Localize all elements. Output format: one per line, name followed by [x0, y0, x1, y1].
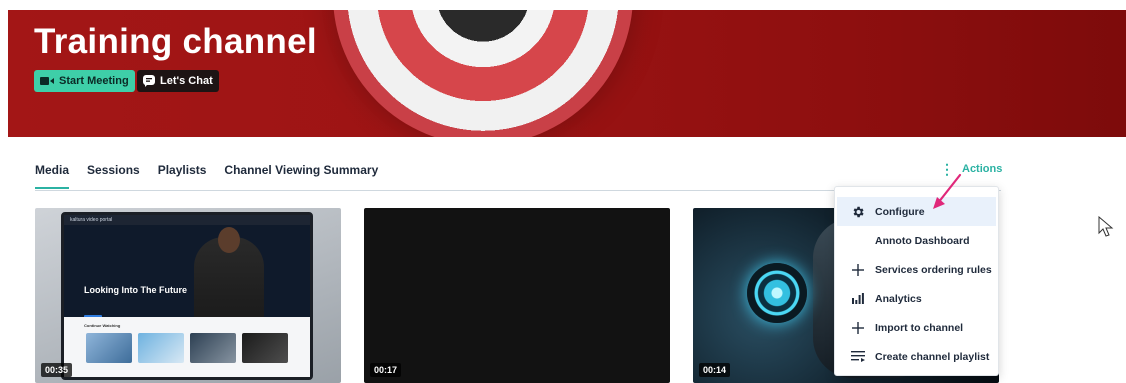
mini-thumbnail	[138, 333, 184, 363]
menu-item-annoto-dashboard[interactable]: Annoto Dashboard	[837, 226, 996, 255]
mini-thumbnail	[242, 333, 288, 363]
menu-item-import-to-channel[interactable]: Import to channel	[837, 313, 996, 342]
menu-item-analytics[interactable]: Analytics	[837, 284, 996, 313]
start-meeting-button[interactable]: Start Meeting	[34, 70, 135, 92]
actions-label: Actions	[962, 163, 1003, 175]
tab-playlists[interactable]: Playlists	[158, 163, 207, 189]
banner-target-image	[333, 10, 633, 137]
channel-banner: Training channel Start Meeting Let's Cha…	[8, 10, 1126, 137]
presenter-image	[194, 227, 264, 325]
media-thumbnail[interactable]: kaltura video portal Looking Into The Fu…	[35, 208, 341, 383]
annotation-arrow-icon	[933, 173, 962, 209]
playlist-add-icon	[850, 349, 866, 365]
menu-item-create-channel-playlist[interactable]: Create channel playlist	[837, 342, 996, 371]
plus-icon	[850, 262, 866, 278]
channel-tabs: Media Sessions Playlists Channel Viewing…	[35, 163, 378, 189]
menu-item-label: Services ordering rules	[875, 263, 992, 276]
menu-item-configure[interactable]: Configure	[837, 197, 996, 226]
media-thumbnail[interactable]: 00:17	[364, 208, 670, 383]
video-camera-icon	[40, 77, 54, 85]
robot-eye-image	[747, 263, 807, 323]
lets-chat-label: Let's Chat	[160, 75, 213, 87]
duration-badge: 00:35	[41, 363, 73, 377]
thumbnail-app-name: kaltura video portal	[64, 215, 310, 225]
duration-badge: 00:17	[370, 363, 402, 377]
bar-chart-icon	[850, 291, 866, 307]
gear-icon	[850, 204, 866, 220]
tab-media[interactable]: Media	[35, 163, 70, 189]
continue-watching-strip: Continue Watching	[64, 317, 310, 377]
duration-badge: 00:14	[699, 363, 731, 377]
continue-watching-label: Continue Watching	[84, 323, 121, 328]
menu-item-label: Analytics	[875, 292, 922, 305]
channel-title: Training channel	[34, 22, 317, 61]
lets-chat-button[interactable]: Let's Chat	[137, 70, 219, 92]
mouse-cursor-icon	[1098, 216, 1114, 237]
thumbnail-screen-title: Looking Into The Future	[84, 285, 187, 295]
chat-bubble-icon	[143, 75, 155, 87]
menu-item-label: Annoto Dashboard	[875, 234, 970, 247]
tab-sessions[interactable]: Sessions	[87, 163, 140, 189]
mini-thumbnail	[190, 333, 236, 363]
menu-item-label: Configure	[875, 205, 925, 218]
plus-icon	[850, 320, 866, 336]
start-meeting-label: Start Meeting	[59, 75, 129, 87]
menu-item-services-ordering-rules[interactable]: Services ordering rules	[837, 255, 996, 284]
menu-item-label: Import to channel	[875, 321, 964, 334]
mini-thumbnail	[86, 333, 132, 363]
menu-item-label: Create channel playlist	[875, 350, 990, 363]
thumbnail-screen-image: kaltura video portal Looking Into The Fu…	[61, 212, 313, 380]
tab-channel-viewing-summary[interactable]: Channel Viewing Summary	[224, 163, 378, 189]
actions-menu: Configure Annoto Dashboard Services orde…	[834, 186, 999, 376]
